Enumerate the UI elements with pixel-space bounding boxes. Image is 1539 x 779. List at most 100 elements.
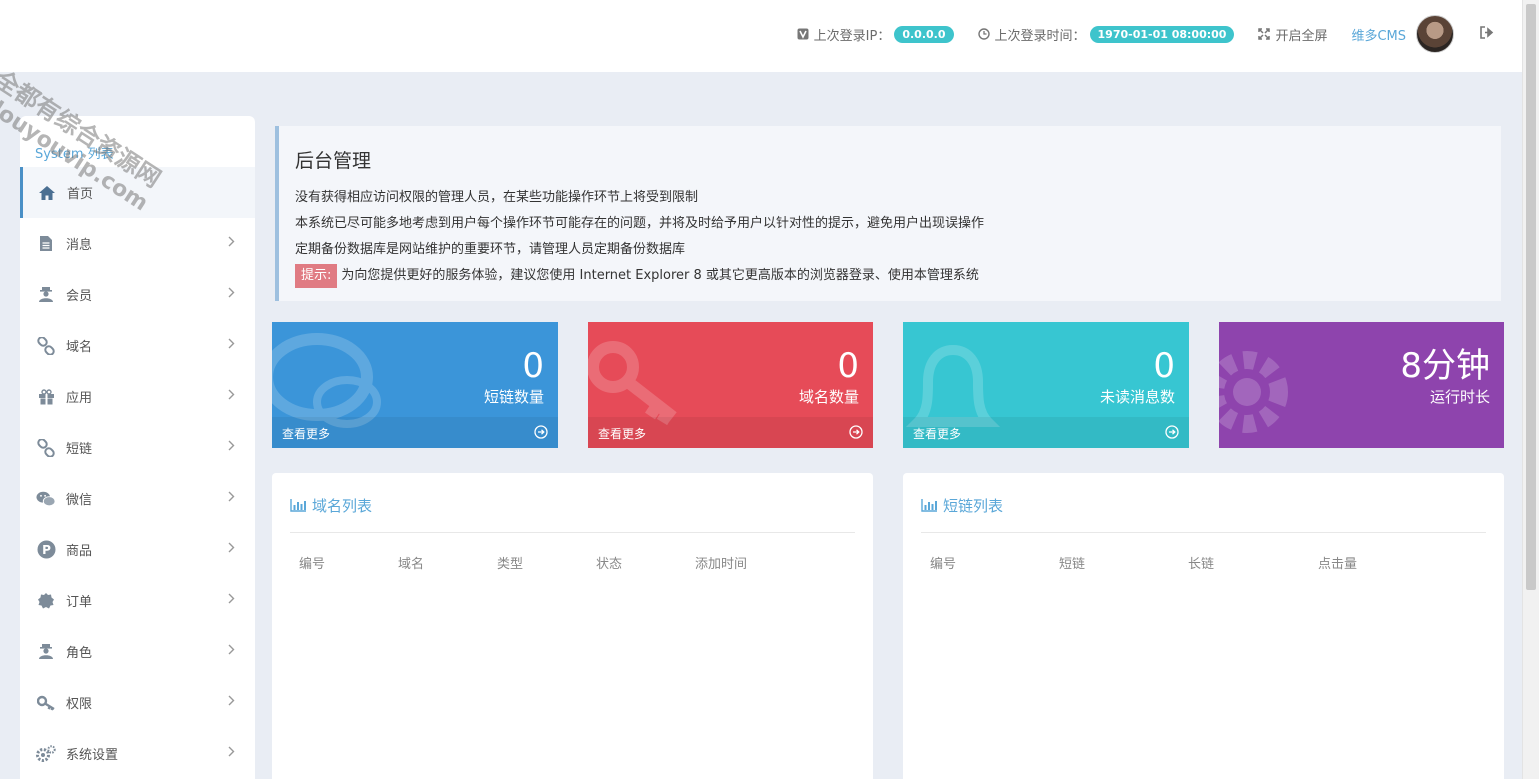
wechat-icon <box>36 489 56 509</box>
gear-icon <box>36 744 56 764</box>
view-more-label: 查看更多 <box>282 427 331 441</box>
panel-title: 短链列表 <box>921 495 1003 516</box>
sidebar-item-label: 会员 <box>66 289 93 304</box>
brand-link[interactable]: 维多CMS <box>1351 15 1454 53</box>
notice-line: 定期备份数据库是网站维护的重要环节，请管理人员定期备份数据库 <box>295 242 686 257</box>
column-header[interactable]: 域名 <box>398 553 424 572</box>
chevron-right-icon <box>228 746 235 757</box>
brand-name: 维多CMS <box>1351 28 1406 44</box>
stat-label: 未读消息数 <box>1099 388 1175 406</box>
fullscreen-label: 开启全屏 <box>1275 28 1328 44</box>
user-icon <box>36 285 56 305</box>
sidebar-item-home[interactable]: 首页 <box>20 167 255 218</box>
last-time-badge: 1970-01-01 08:00:00 <box>1089 25 1235 43</box>
sidebar-item-label: 角色 <box>66 646 93 661</box>
sidebar-item-wechat[interactable]: 微信 <box>20 473 255 524</box>
svg-text:P: P <box>42 543 51 557</box>
key-icon <box>36 693 56 713</box>
stat-value: 0 <box>1153 346 1175 386</box>
order-icon <box>36 591 56 611</box>
sidebar-item-domains[interactable]: 域名 <box>20 320 255 371</box>
sidebar-item-apps[interactable]: 应用 <box>20 371 255 422</box>
panel-title-text: 短链列表 <box>943 497 1004 515</box>
column-header[interactable]: 短链 <box>1059 553 1085 572</box>
sidebar-item-label: 域名 <box>66 340 93 355</box>
last-ip: 上次登录IP： 0.0.0.0 <box>797 25 954 44</box>
top-bar: 上次登录IP： 0.0.0.0 上次登录时间： 1970-01-01 08:00… <box>0 0 1522 72</box>
gift-icon <box>36 387 56 407</box>
chevron-right-icon <box>228 236 235 247</box>
product-icon: P <box>36 540 56 560</box>
expand-icon <box>1258 28 1271 40</box>
chevron-right-icon <box>228 695 235 706</box>
stat-label: 短链数量 <box>483 388 544 406</box>
bar-chart-icon <box>290 499 306 512</box>
sidebar-item-shortlinks[interactable]: 短链 <box>20 422 255 473</box>
chevron-right-icon <box>228 491 235 502</box>
sidebar-item-label: 消息 <box>66 238 93 253</box>
sidebar-item-label: 应用 <box>66 391 93 406</box>
shortlink-list-panel: 短链列表 编号 短链 长链 点击量 <box>903 473 1504 779</box>
stat-label: 域名数量 <box>798 388 859 406</box>
panel-title: 域名列表 <box>290 495 372 516</box>
shortlink-count-card: 0 短链数量 查看更多 <box>272 322 558 448</box>
page-scrollbar[interactable] <box>1522 0 1539 779</box>
arrow-circle-right-icon <box>534 425 548 439</box>
sidebar-item-permissions[interactable]: 权限 <box>20 677 255 728</box>
bar-chart-icon <box>921 499 937 512</box>
column-header[interactable]: 编号 <box>299 553 325 572</box>
avatar[interactable] <box>1416 15 1454 53</box>
chevron-right-icon <box>228 389 235 400</box>
admin-notice: 后台管理 没有获得相应访问权限的管理人员，在某些功能操作环节上将受到限制 本系统… <box>275 126 1501 301</box>
sidebar-item-messages[interactable]: 消息 <box>20 218 255 269</box>
column-header[interactable]: 状态 <box>596 553 622 572</box>
domain-count-card: 0 域名数量 查看更多 <box>588 322 873 448</box>
view-more-label: 查看更多 <box>598 427 647 441</box>
chevron-right-icon <box>228 593 235 604</box>
view-more-link[interactable]: 查看更多 <box>588 417 873 448</box>
stat-value: 0 <box>837 346 859 386</box>
uptime-card: 8分钟 运行时长 <box>1219 322 1504 448</box>
scrollbar-thumb[interactable] <box>1526 4 1536 590</box>
chevron-right-icon <box>228 644 235 655</box>
column-header[interactable]: 类型 <box>497 553 523 572</box>
divider <box>921 532 1486 533</box>
column-header[interactable]: 点击量 <box>1318 553 1357 572</box>
stat-label: 运行时长 <box>1429 388 1490 406</box>
sidebar: System 列表 首页 消息 会员 域名 应用 短链 微信 P 商品 订单 角… <box>20 116 255 779</box>
tip-badge: 提示: <box>295 264 338 288</box>
sidebar-item-roles[interactable]: 角色 <box>20 626 255 677</box>
sidebar-item-label: 订单 <box>66 595 93 610</box>
sidebar-item-label: 短链 <box>66 442 93 457</box>
column-header[interactable]: 添加时间 <box>695 553 747 572</box>
view-more-link[interactable]: 查看更多 <box>272 417 558 448</box>
sidebar-item-settings[interactable]: 系统设置 <box>20 728 255 779</box>
view-more-link[interactable]: 查看更多 <box>903 417 1189 448</box>
chevron-right-icon <box>228 287 235 298</box>
last-ip-label: 上次登录IP： <box>813 28 891 44</box>
stat-value: 8分钟 <box>1400 346 1490 386</box>
stat-value: 0 <box>522 346 544 386</box>
column-header[interactable]: 编号 <box>930 553 956 572</box>
sidebar-item-orders[interactable]: 订单 <box>20 575 255 626</box>
notice-line: 没有获得相应访问权限的管理人员，在某些功能操作环节上将受到限制 <box>295 190 699 205</box>
link-icon <box>36 336 56 356</box>
unread-message-card: 0 未读消息数 查看更多 <box>903 322 1189 448</box>
column-header[interactable]: 长链 <box>1188 553 1214 572</box>
sidebar-item-products[interactable]: P 商品 <box>20 524 255 575</box>
arrow-circle-right-icon <box>849 425 863 439</box>
fullscreen-button[interactable]: 开启全屏 <box>1258 25 1327 44</box>
arrow-circle-right-icon <box>1165 425 1179 439</box>
divider <box>290 532 855 533</box>
logout-button[interactable] <box>1480 25 1494 43</box>
last-time: 上次登录时间： 1970-01-01 08:00:00 <box>977 25 1235 44</box>
sidebar-item-label: 微信 <box>66 493 93 508</box>
panel-title-text: 域名列表 <box>312 497 373 515</box>
notice-tip: 提示: 为向您提供更好的服务体验，建议您使用 Internet Explorer … <box>295 263 1501 289</box>
view-more-label: 查看更多 <box>913 427 962 441</box>
last-time-label: 上次登录时间： <box>994 28 1086 44</box>
user-icon <box>36 642 56 662</box>
home-icon <box>37 183 57 203</box>
sidebar-item-members[interactable]: 会员 <box>20 269 255 320</box>
sidebar-item-label: 商品 <box>66 544 93 559</box>
